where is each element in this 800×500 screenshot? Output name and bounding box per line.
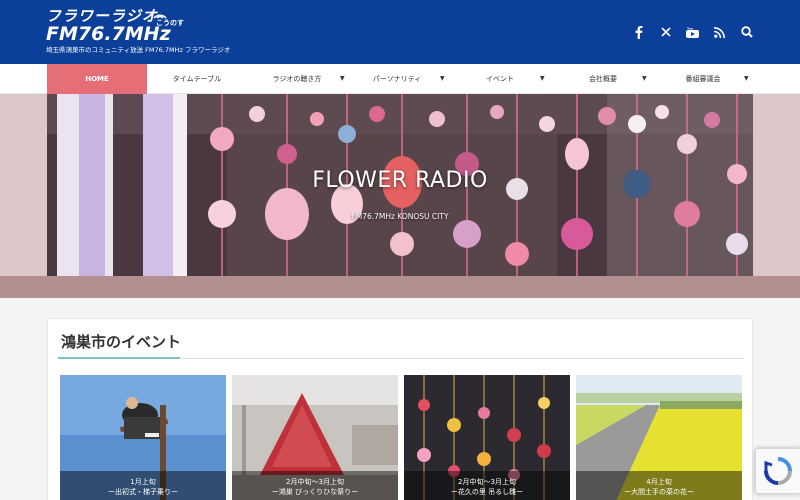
logo-station-name: フラワーラジオ [46,7,158,25]
event-name: ー大間土手の菜の花ー [624,488,694,496]
nav-item-home[interactable]: HOME [47,64,147,94]
events-section: 鴻巣市のイベント 1月上旬 ー出初式・梯子乗りー 2月中旬～3月上旬 ー鴻巣 び… [47,318,753,500]
event-card-dezomeshiki[interactable]: 1月上旬 ー出初式・梯子乗りー [60,375,226,500]
chevron-down-icon: ▼ [340,75,345,82]
main-navigation: HOME タイムテーブル ラジオの聴き方 ▼ パーソナリティ ▼ イベント ▼ … [0,64,800,94]
chevron-down-icon: ▼ [440,75,445,82]
recaptcha-badge[interactable] [755,448,800,494]
nav-label: パーソナリティ [372,75,422,83]
rss-icon[interactable] [706,22,733,42]
event-card-hinamatsuri[interactable]: 2月中旬～3月上旬 ー鴻巣 びっくりひな祭りー [232,375,398,500]
chevron-down-icon: ▼ [642,75,647,82]
event-card-tsurushibina[interactable]: 2月中旬～3月上旬 ー花久の里 吊るし雛ー [404,375,570,500]
recaptcha-icon [764,457,792,485]
event-card-nanohana[interactable]: 4月上旬 ー大間土手の菜の花ー [576,375,742,500]
nav-item-company[interactable]: 会社概要 [553,64,653,94]
logo-tagline: 埼玉県鴻巣市のコミュニティ放送 FM76.7MHz フラワーラジオ [46,46,231,54]
event-date: 1月上旬 [130,478,156,486]
nav-item-how-to-listen[interactable]: ラジオの聴き方 [247,64,347,94]
event-caption: 2月中旬～3月上旬 ー花久の里 吊るし雛ー [404,471,570,500]
chevron-down-icon: ▼ [540,75,545,82]
event-name: ー鴻巣 びっくりひな祭りー [271,488,359,496]
event-date: 2月中旬～3月上旬 [286,478,344,486]
chevron-down-icon: ▼ [744,75,749,82]
site-logo[interactable]: フラワーラジオ こうのす FM76.7MHz 埼玉県鴻巣市のコミュニティ放送 F… [46,7,231,60]
logo-badge: こうのす [156,19,184,27]
event-caption: 4月上旬 ー大間土手の菜の花ー [576,471,742,500]
title-underline [58,357,180,359]
event-name: ー出初式・梯子乗りー [108,488,178,496]
nav-label: 番組審議会 [685,75,721,83]
event-name: ー花久の里 吊るし雛ー [450,488,524,496]
nav-item-program-council[interactable]: 番組審議会 [653,64,753,94]
facebook-icon[interactable] [625,22,652,42]
hero-title: FLOWER RADIO [312,168,488,193]
nav-label: タイムテーブル [172,75,222,83]
social-links: You [625,22,760,42]
youtube-icon[interactable]: You [679,22,706,42]
search-icon[interactable] [733,22,760,42]
section-title: 鴻巣市のイベント [61,333,182,351]
nav-item-timetable[interactable]: タイムテーブル [147,64,247,94]
event-caption: 2月中旬～3月上旬 ー鴻巣 びっくりひな祭りー [232,471,398,500]
site-header: フラワーラジオ こうのす FM76.7MHz 埼玉県鴻巣市のコミュニティ放送 F… [0,0,800,64]
nav-label: イベント [486,75,514,83]
hero-backdrop-bottom [0,276,800,298]
event-caption: 1月上旬 ー出初式・梯子乗りー [60,471,226,500]
nav-item-events[interactable]: イベント [447,64,553,94]
logo-frequency: FM76.7MHz [46,23,171,45]
x-twitter-icon[interactable] [652,22,679,42]
nav-label: 会社概要 [589,75,617,83]
nav-label: ラジオの聴き方 [272,75,322,83]
hero-banner: FLOWER RADIO FM76.7MHz KONOSU CITY [47,94,753,276]
event-date: 4月上旬 [646,478,672,486]
hero-subtitle: FM76.7MHz KONOSU CITY [351,212,449,221]
svg-text:You: You [686,27,693,31]
event-date: 2月中旬～3月上旬 [458,478,516,486]
nav-label: HOME [85,75,109,83]
nav-item-personality[interactable]: パーソナリティ [347,64,447,94]
